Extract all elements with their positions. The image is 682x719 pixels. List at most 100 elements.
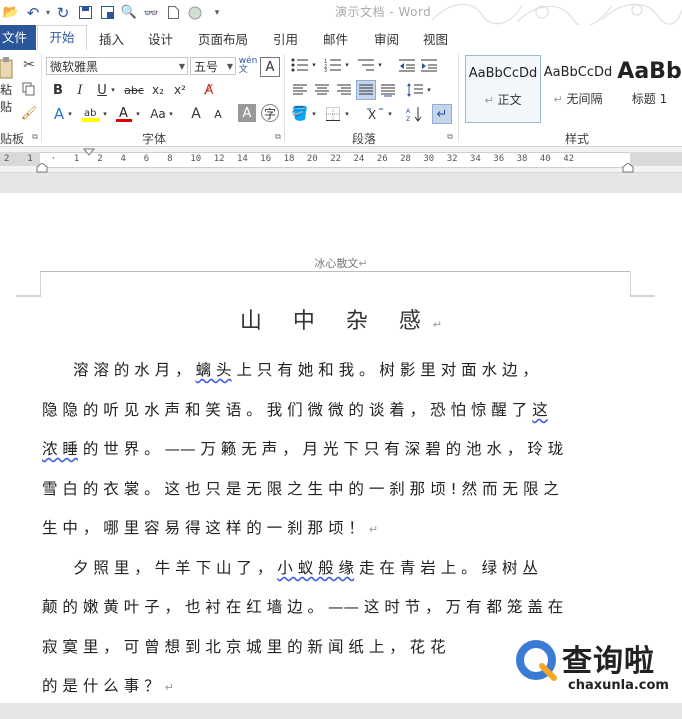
distributed-icon[interactable] [378, 80, 398, 100]
style-no-spacing[interactable]: AaBbCcDd ↵ 无间隔 [541, 55, 615, 121]
character-border-icon[interactable]: A [260, 57, 280, 77]
text-line[interactable]: 寂 寞 里 ， 可 曾 想 到 北 京 城 里 的 新 闻 纸 上 ， 花 花 [42, 635, 446, 657]
change-case-button[interactable]: Aa [147, 104, 169, 124]
spelling-mark[interactable]: 这 [532, 401, 548, 419]
new-document-icon[interactable] [162, 2, 184, 24]
line-spacing-icon[interactable] [405, 80, 425, 100]
clear-formatting-icon[interactable]: A̸ [200, 80, 218, 100]
spelling-mark[interactable]: 浓 睡 [42, 440, 78, 458]
grow-font-button[interactable]: A [188, 104, 204, 124]
chevron-down-icon[interactable]: ▾ [101, 104, 109, 124]
tab-home[interactable]: 开始 [37, 25, 87, 51]
subscript-button[interactable]: x₂ [149, 80, 167, 100]
strikethrough-button[interactable]: abc [122, 80, 146, 100]
style-heading-1[interactable]: AaBb 标题 1 [617, 55, 682, 121]
shading-icon[interactable]: 🪣 [290, 104, 310, 124]
numbering-icon[interactable]: 123 [323, 56, 343, 74]
customize-qat-icon[interactable]: ▾ [206, 2, 228, 24]
align-right-icon[interactable] [334, 80, 354, 100]
chevron-down-icon[interactable]: ▾ [386, 104, 394, 124]
chevron-down-icon[interactable]: ▾ [343, 104, 351, 124]
multilevel-list-icon[interactable] [356, 56, 376, 74]
italic-button[interactable]: I [72, 80, 88, 100]
redo-icon[interactable]: ↻ [52, 2, 74, 24]
enclose-characters-icon[interactable]: 字 [261, 104, 279, 122]
chevron-down-icon[interactable]: ▾ [167, 104, 175, 124]
phonetic-guide-icon[interactable]: wén 文 [239, 56, 258, 76]
chevron-down-icon[interactable]: ▾ [134, 104, 142, 124]
text-line[interactable]: 生 中 ， 哪 里 容 易 得 这 样 的 一 刹 那 顷 ！ [42, 519, 364, 537]
spelling-mark[interactable]: 小 蚁 般 缘 [277, 559, 354, 577]
style-normal[interactable]: AaBbCcDd ↵ 正文 [465, 55, 541, 123]
decrease-indent-icon[interactable] [397, 56, 417, 74]
tab-mailings[interactable]: 邮件 [323, 29, 348, 48]
align-center-icon[interactable] [312, 80, 332, 100]
font-dialog-launcher-icon[interactable]: ⧉ [273, 132, 283, 142]
copy-icon[interactable] [20, 80, 38, 98]
font-size-field[interactable]: 五号 ▼ [190, 57, 236, 75]
chevron-down-icon[interactable]: ▼ [227, 58, 233, 76]
bullets-icon[interactable] [290, 56, 310, 74]
paste-icon[interactable] [0, 56, 14, 82]
underline-dropdown-icon[interactable]: ▾ [109, 80, 117, 100]
text-line[interactable]: 浓 睡 的 世 界 。 —— 万 籁 无 声 ， 月 光 下 只 有 深 碧 的… [42, 437, 563, 459]
chinese-layout-icon[interactable]: X [364, 104, 386, 124]
text-line[interactable]: 夕 照 里 ， 牛 羊 下 山 了 ， 小 蚁 般 缘 走 在 青 岩 上 。 … [42, 556, 538, 578]
highlight-color-icon[interactable]: ab [80, 104, 102, 124]
text-line[interactable]: 隐 隐 的 听 见 水 声 和 笑 语 。 我 们 微 微 的 谈 着 ， 恐 … [42, 398, 548, 420]
print-preview-icon[interactable]: 🔍 [118, 2, 140, 24]
underline-button[interactable]: U [94, 80, 110, 100]
tab-references[interactable]: 引用 [273, 29, 298, 48]
first-line-indent-marker[interactable] [83, 148, 95, 156]
chevron-down-icon[interactable]: ▼ [179, 58, 185, 76]
align-left-icon[interactable] [290, 80, 310, 100]
tab-file[interactable]: 文件 [0, 25, 36, 50]
superscript-button[interactable]: x² [171, 80, 189, 100]
font-color-icon[interactable]: A [114, 104, 134, 124]
document-title[interactable]: 山 中 杂 感 [240, 309, 433, 334]
tab-design[interactable]: 设计 [148, 29, 173, 48]
text-line[interactable]: 溶 溶 的 水 月 ， 螭 头 上 只 有 她 和 我 。 树 影 里 对 面 … [42, 358, 538, 380]
chevron-down-icon[interactable]: ▾ [343, 56, 351, 74]
page-header-text[interactable]: 冰心散文 [314, 257, 358, 270]
document-page[interactable]: 冰心散文↵ 山 中 杂 感↵ 溶 溶 的 水 月 ， 螭 头 上 只 有 她 和… [0, 193, 682, 703]
tab-review[interactable]: 审阅 [374, 29, 399, 48]
ruler-tick: 1 [73, 154, 80, 164]
open-folder-icon[interactable]: 📂 [0, 2, 22, 24]
text-line[interactable]: 雪 白 的 衣 裳 。 这 也 只 是 无 限 之 生 中 的 一 刹 那 顷 … [42, 477, 559, 499]
sort-icon[interactable]: AZ [405, 104, 425, 124]
borders-icon[interactable] [323, 104, 343, 124]
clipboard-launcher-icon[interactable]: ⧉ [30, 132, 40, 142]
chevron-down-icon[interactable]: ▾ [425, 80, 433, 100]
undo-icon[interactable]: ↶ [22, 2, 44, 24]
horizontal-ruler[interactable]: 2 1 · 1 2 4 6 8 10 12 14 16 18 20 22 24 26 28 30 32 34 36 38 40… [0, 147, 682, 173]
find-binoculars-icon[interactable]: 👓 [140, 2, 162, 24]
save-icon[interactable] [74, 2, 96, 24]
justify-icon[interactable] [356, 80, 376, 100]
text-line[interactable]: 颠 的 嫩 黄 叶 子 ， 也 衬 在 红 墙 边 。 —— 这 时 节 ， 万… [42, 595, 563, 617]
paste-button[interactable]: 粘贴 [0, 83, 16, 114]
text-line[interactable]: 的 是 什 么 事 ？ [42, 677, 160, 695]
tab-page-layout[interactable]: 页面布局 [198, 29, 248, 48]
chevron-down-icon[interactable]: ▾ [310, 104, 318, 124]
circle-shape-icon[interactable] [184, 2, 206, 24]
right-indent-marker[interactable] [622, 163, 634, 173]
tab-insert[interactable]: 插入 [99, 29, 124, 48]
cut-icon[interactable]: ✂ [20, 56, 38, 74]
format-painter-icon[interactable]: 🖌 [20, 104, 38, 122]
shrink-font-button[interactable]: A [210, 104, 226, 124]
increase-indent-icon[interactable] [419, 56, 439, 74]
tab-view[interactable]: 视图 [423, 29, 448, 48]
save-as-icon[interactable] [96, 2, 118, 24]
chevron-down-icon[interactable]: ▾ [310, 56, 318, 74]
show-paragraph-marks-icon[interactable]: ↵ [432, 104, 452, 124]
chevron-down-icon[interactable]: ▾ [376, 56, 384, 74]
bold-button[interactable]: B [50, 80, 66, 100]
font-name-field[interactable]: 微软雅黑 ▼ [46, 57, 188, 75]
paragraph-dialog-launcher-icon[interactable]: ⧉ [445, 132, 455, 142]
left-indent-marker[interactable] [36, 163, 48, 173]
undo-dropdown-icon[interactable]: ▾ [44, 2, 52, 24]
spelling-mark[interactable]: 螭 头 [196, 361, 232, 379]
character-shading-icon[interactable]: A [238, 104, 256, 122]
chevron-down-icon[interactable]: ▾ [66, 104, 74, 124]
